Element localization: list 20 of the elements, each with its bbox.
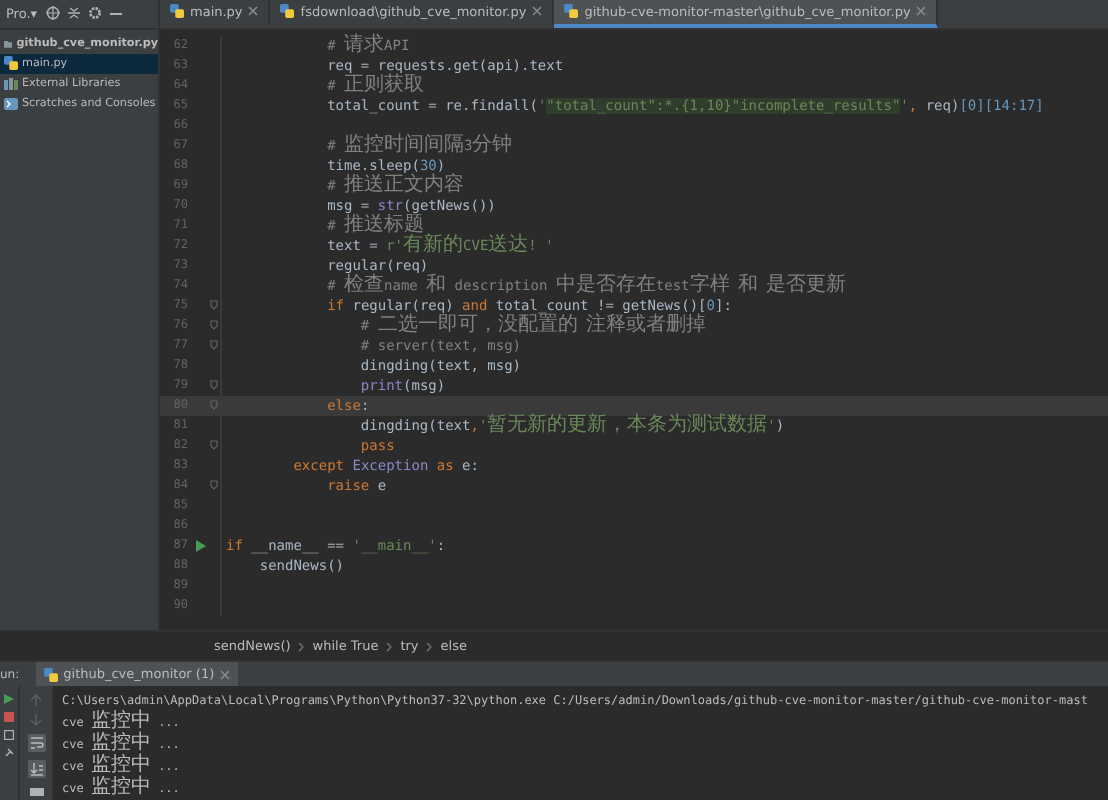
down-arrow-icon[interactable] [30, 714, 42, 726]
close-icon[interactable] [532, 6, 543, 17]
console-icon [4, 97, 18, 110]
soft-wrap-icon[interactable] [27, 734, 45, 752]
chevron-icon [298, 641, 305, 652]
chevron-icon [386, 641, 393, 652]
run-icon[interactable] [196, 539, 206, 552]
scroll-to-end-icon[interactable] [27, 760, 45, 778]
folder-icon [4, 37, 13, 50]
collapse-icon[interactable] [67, 6, 80, 21]
locate-icon[interactable] [45, 6, 60, 21]
rerun-icon[interactable] [4, 694, 14, 704]
close-icon[interactable] [916, 6, 927, 17]
close-icon[interactable] [220, 669, 231, 679]
chevron-icon [426, 641, 433, 652]
minimize-icon[interactable] [109, 11, 122, 16]
close-icon[interactable] [248, 6, 259, 17]
settings-icon[interactable] [87, 6, 102, 21]
library-icon [4, 77, 18, 90]
up-arrow-icon[interactable] [30, 694, 42, 706]
